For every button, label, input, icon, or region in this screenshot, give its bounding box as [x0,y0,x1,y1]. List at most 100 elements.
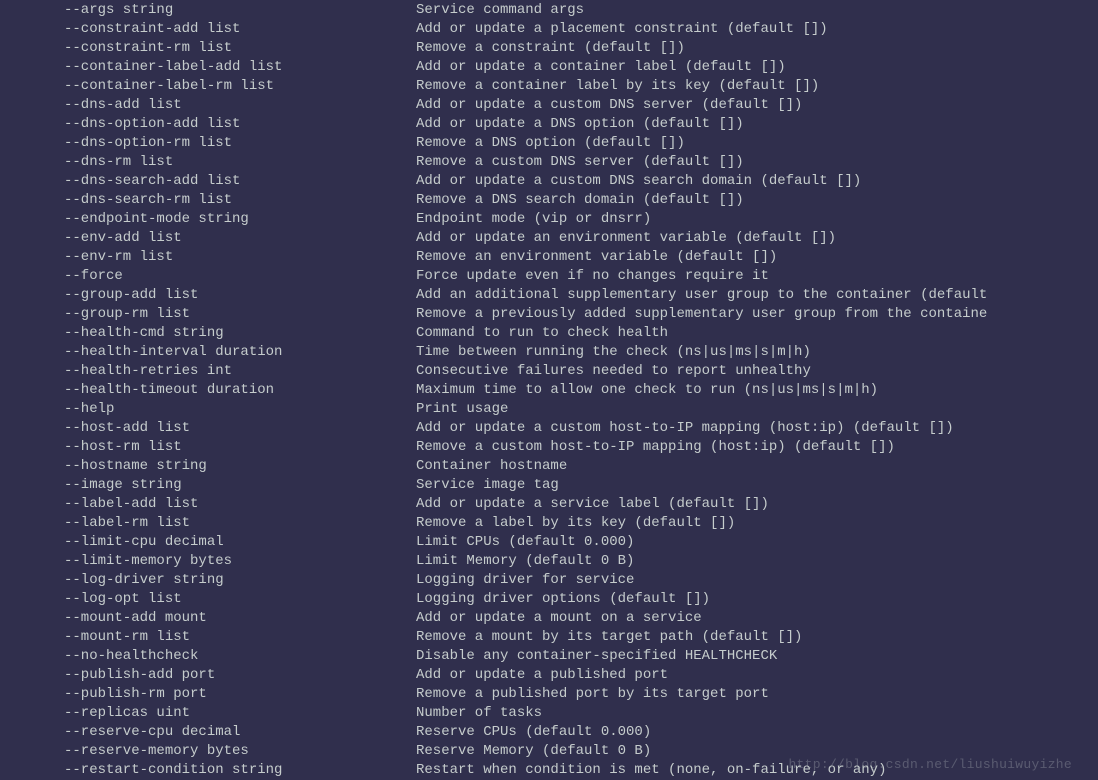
option-flag: --container-label-add list [0,58,416,77]
option-flag: --label-rm list [0,514,416,533]
option-description: Add or update a mount on a service [416,609,1098,628]
option-line: --log-opt listLogging driver options (de… [0,590,1098,609]
terminal-output: --args stringService command args--const… [0,0,1098,780]
option-description: Container hostname [416,457,1098,476]
option-flag: --host-add list [0,419,416,438]
option-flag: --container-label-rm list [0,77,416,96]
option-description: Force update even if no changes require … [416,267,1098,286]
option-line: --health-retries intConsecutive failures… [0,362,1098,381]
option-flag: --publish-rm port [0,685,416,704]
option-description: Limit CPUs (default 0.000) [416,533,1098,552]
option-line: --replicas uintNumber of tasks [0,704,1098,723]
option-description: Remove a label by its key (default []) [416,514,1098,533]
option-flag: --publish-add port [0,666,416,685]
option-line: --host-rm listRemove a custom host-to-IP… [0,438,1098,457]
option-line: --hostname stringContainer hostname [0,457,1098,476]
option-flag: --group-add list [0,286,416,305]
option-flag: --restart-condition string [0,761,416,780]
option-line: --health-cmd stringCommand to run to che… [0,324,1098,343]
option-description: Remove an environment variable (default … [416,248,1098,267]
option-flag: --constraint-rm list [0,39,416,58]
option-flag: --image string [0,476,416,495]
option-description: Limit Memory (default 0 B) [416,552,1098,571]
option-flag: --constraint-add list [0,20,416,39]
option-line: --host-add listAdd or update a custom ho… [0,419,1098,438]
option-description: Command to run to check health [416,324,1098,343]
option-description: Add or update a service label (default [… [416,495,1098,514]
option-flag: --dns-rm list [0,153,416,172]
option-description: Add or update a custom host-to-IP mappin… [416,419,1098,438]
option-flag: --label-add list [0,495,416,514]
option-line: --mount-add mountAdd or update a mount o… [0,609,1098,628]
option-flag: --health-timeout duration [0,381,416,400]
option-line: --label-add listAdd or update a service … [0,495,1098,514]
option-flag: --help [0,400,416,419]
option-description: Add or update a custom DNS server (defau… [416,96,1098,115]
option-flag: --reserve-cpu decimal [0,723,416,742]
option-flag: --health-retries int [0,362,416,381]
option-flag: --reserve-memory bytes [0,742,416,761]
option-description: Add or update a published port [416,666,1098,685]
option-description: Remove a custom host-to-IP mapping (host… [416,438,1098,457]
option-flag: --log-opt list [0,590,416,609]
option-flag: --dns-option-rm list [0,134,416,153]
option-flag: --dns-search-rm list [0,191,416,210]
option-line: --no-healthcheckDisable any container-sp… [0,647,1098,666]
option-line: --label-rm listRemove a label by its key… [0,514,1098,533]
option-description: Maximum time to allow one check to run (… [416,381,1098,400]
option-line: --args stringService command args [0,1,1098,20]
option-flag: --dns-option-add list [0,115,416,134]
option-line: --constraint-add listAdd or update a pla… [0,20,1098,39]
option-flag: --limit-memory bytes [0,552,416,571]
option-flag: --env-rm list [0,248,416,267]
option-description: Add or update a custom DNS search domain… [416,172,1098,191]
option-flag: --no-healthcheck [0,647,416,666]
option-description: Remove a previously added supplementary … [416,305,1098,324]
option-description: Reserve CPUs (default 0.000) [416,723,1098,742]
option-flag: --mount-add mount [0,609,416,628]
option-line: --env-rm listRemove an environment varia… [0,248,1098,267]
option-line: --dns-add listAdd or update a custom DNS… [0,96,1098,115]
option-description: Add or update an environment variable (d… [416,229,1098,248]
option-description: Add or update a container label (default… [416,58,1098,77]
option-description: Service image tag [416,476,1098,495]
option-line: --reserve-cpu decimalReserve CPUs (defau… [0,723,1098,742]
option-description: Time between running the check (ns|us|ms… [416,343,1098,362]
option-description: Disable any container-specified HEALTHCH… [416,647,1098,666]
option-line: --constraint-rm listRemove a constraint … [0,39,1098,58]
option-description: Remove a constraint (default []) [416,39,1098,58]
option-flag: --health-interval duration [0,343,416,362]
option-flag: --args string [0,1,416,20]
option-line: --health-interval durationTime between r… [0,343,1098,362]
option-description: Remove a mount by its target path (defau… [416,628,1098,647]
option-flag: --limit-cpu decimal [0,533,416,552]
option-line: --mount-rm listRemove a mount by its tar… [0,628,1098,647]
option-flag: --host-rm list [0,438,416,457]
option-flag: --group-rm list [0,305,416,324]
option-line: --dns-option-add listAdd or update a DNS… [0,115,1098,134]
option-line: --log-driver stringLogging driver for se… [0,571,1098,590]
option-line: --publish-rm portRemove a published port… [0,685,1098,704]
option-line: --forceForce update even if no changes r… [0,267,1098,286]
option-line: --dns-option-rm listRemove a DNS option … [0,134,1098,153]
option-flag: --dns-search-add list [0,172,416,191]
option-description: Logging driver options (default []) [416,590,1098,609]
option-line: --container-label-add listAdd or update … [0,58,1098,77]
option-line: --dns-rm listRemove a custom DNS server … [0,153,1098,172]
watermark-text: http://blog.csdn.net/liushuiwuyizhe [788,755,1072,774]
option-line: --limit-memory bytesLimit Memory (defaul… [0,552,1098,571]
option-line: --publish-add portAdd or update a publis… [0,666,1098,685]
option-description: Remove a DNS option (default []) [416,134,1098,153]
option-flag: --log-driver string [0,571,416,590]
option-flag: --force [0,267,416,286]
option-description: Consecutive failures needed to report un… [416,362,1098,381]
option-description: Service command args [416,1,1098,20]
option-line: --env-add listAdd or update an environme… [0,229,1098,248]
option-description: Remove a custom DNS server (default []) [416,153,1098,172]
option-description: Remove a DNS search domain (default []) [416,191,1098,210]
option-flag: --dns-add list [0,96,416,115]
option-description: Remove a published port by its target po… [416,685,1098,704]
option-line: --limit-cpu decimalLimit CPUs (default 0… [0,533,1098,552]
option-flag: --endpoint-mode string [0,210,416,229]
option-description: Logging driver for service [416,571,1098,590]
